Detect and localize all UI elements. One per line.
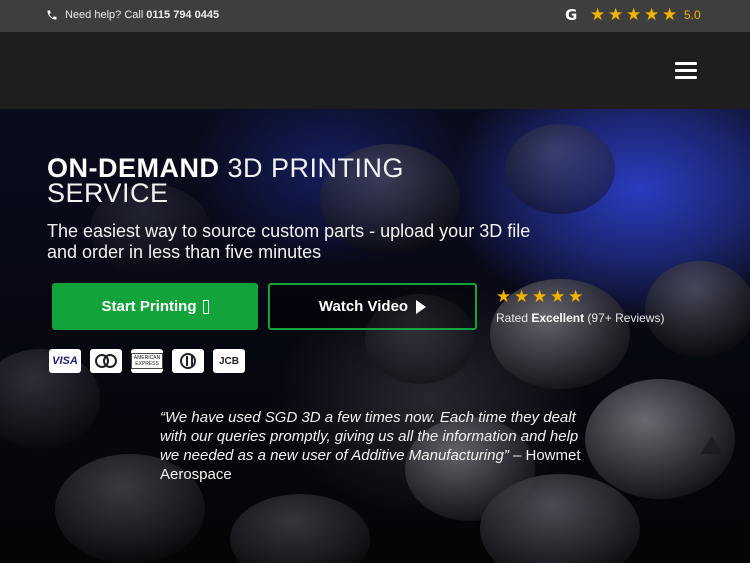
rated-text: Rated Excellent (97+ Reviews) [496,311,664,325]
payment-cards: VISA AMERICAN EXPRESS JCB [49,349,254,373]
google-stars: ★ ★ ★ ★ ★ [590,5,680,25]
start-printing-button[interactable]: Start Printing [52,283,258,330]
star-icon: ★ [590,5,606,24]
help-text: Need help? Call [65,9,144,21]
main-navbar [0,32,750,109]
rated-word: Excellent [531,311,585,325]
hero-title: ON-DEMAND 3D PRINTING [47,155,404,182]
google-g-icon: G [565,6,578,24]
diners-club-icon [172,349,204,373]
star-icon: ★ [568,287,584,306]
amex-card-icon: AMERICAN EXPRESS [130,349,164,373]
review-summary[interactable]: ★ ★ ★ ★ ★ Rated Excellent (97+ Reviews) [496,288,664,326]
rating-score: 5.0 [684,8,701,22]
visa-card-icon: VISA [49,349,81,373]
hero-title-light: 3D PRINTING [227,153,405,183]
review-stars: ★ ★ ★ ★ ★ [496,288,664,306]
hero-title-line2: SERVICE [47,178,169,208]
hero-subtitle: The easiest way to source custom parts -… [47,221,531,262]
print-cube-icon [202,299,209,314]
star-icon: ★ [514,287,530,306]
amex-label: AMERICAN EXPRESS [130,353,164,369]
review-count: (97+ Reviews) [587,311,665,325]
phone-icon [47,10,57,20]
google-rating[interactable]: G ★ ★ ★ ★ ★ 5.0 [565,5,701,25]
customer-testimonial: “We have used SGD 3D a few times now. Ea… [160,408,590,484]
star-icon: ★ [496,287,512,306]
star-icon: ★ [550,287,566,306]
star-icon: ★ [644,5,660,24]
star-icon: ★ [626,5,642,24]
mastercard-icon [90,349,122,373]
watch-video-label: Watch Video [318,298,409,315]
watch-video-button[interactable]: Watch Video [268,283,477,330]
jcb-card-icon: JCB [213,349,245,373]
help-phone[interactable]: Need help? Call 0115 794 0445 [46,9,219,21]
star-icon: ★ [532,287,548,306]
hero-section: ON-DEMAND 3D PRINTING SERVICE The easies… [0,109,750,563]
rated-prefix: Rated [496,311,529,325]
play-icon [416,299,427,314]
start-printing-label: Start Printing [101,298,197,315]
hamburger-menu-icon[interactable] [675,62,697,80]
star-icon: ★ [662,5,678,24]
top-bar: Need help? Call 0115 794 0445 G ★ ★ ★ ★ … [0,0,750,32]
star-icon: ★ [608,5,624,24]
phone-number[interactable]: 0115 794 0445 [146,9,219,21]
